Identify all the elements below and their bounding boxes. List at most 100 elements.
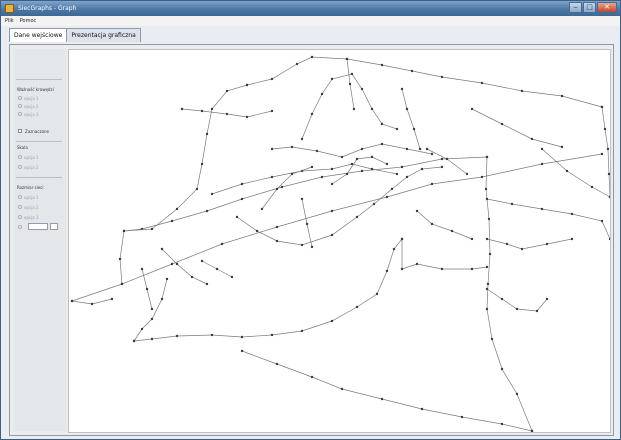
maximize-icon[interactable]: □ xyxy=(583,2,596,13)
graph-edge xyxy=(241,350,533,432)
graph-node xyxy=(418,147,422,151)
tab-strip: Dane wejściowe Prezentacja graficzna xyxy=(9,28,141,42)
graph-node xyxy=(255,229,259,233)
group-title-scale: Skala xyxy=(17,145,28,150)
graph-node xyxy=(170,262,174,266)
menu-item-plik[interactable]: Plik xyxy=(5,18,14,24)
graph-node xyxy=(510,202,514,206)
graph-node xyxy=(480,81,484,85)
title-bar[interactable]: SiecGraphs - Graph ‒ □ ✕ xyxy=(1,1,620,16)
graph-edge xyxy=(246,56,603,108)
tab-graphic-presentation[interactable]: Prezentacja graficzna xyxy=(66,28,141,42)
option-label: opcja 1 xyxy=(24,96,39,101)
graph-node xyxy=(520,89,524,93)
graph-node xyxy=(70,299,74,303)
graph-node xyxy=(310,55,314,59)
graph-node xyxy=(570,212,574,216)
graph-node xyxy=(240,349,244,353)
graph-node xyxy=(300,137,304,141)
graph-node xyxy=(340,155,344,159)
graph-node xyxy=(370,107,374,111)
option-label: opcja 1 xyxy=(24,155,39,160)
graph-node xyxy=(210,192,214,196)
graph-node xyxy=(160,297,164,301)
graph-node xyxy=(340,387,344,391)
graph-node xyxy=(392,247,396,251)
graph-node xyxy=(122,229,126,233)
options-sidebar: Ważność krawędzi opcja 1 opcja 2 opcja 3… xyxy=(14,49,66,431)
graph-node xyxy=(160,247,164,251)
minimize-icon[interactable]: ‒ xyxy=(569,2,582,13)
graph-node xyxy=(485,237,489,241)
radio-option[interactable] xyxy=(18,104,22,108)
graph-node xyxy=(400,165,404,169)
graph-drawing xyxy=(70,55,610,432)
graph-node xyxy=(330,182,334,186)
graph-edge xyxy=(486,288,548,312)
graph-node xyxy=(170,219,174,223)
graph-node xyxy=(330,319,334,323)
graph-edge xyxy=(601,106,610,198)
graph-node xyxy=(300,197,304,201)
graph-edge xyxy=(161,248,208,285)
graph-edge xyxy=(485,156,533,432)
graph-node xyxy=(275,225,279,229)
graph-node xyxy=(310,165,314,169)
graph-node xyxy=(352,107,356,111)
menu-item-pomoc[interactable]: Pomoc xyxy=(20,18,37,24)
graph-node xyxy=(485,307,489,311)
radio-option[interactable] xyxy=(18,215,22,219)
size-spinner[interactable] xyxy=(28,223,48,230)
graph-node xyxy=(220,242,224,246)
radio-option[interactable] xyxy=(18,112,22,116)
graph-node xyxy=(320,175,324,179)
graph-edge xyxy=(486,198,610,240)
tab-input-data[interactable]: Dane wejściowe xyxy=(9,28,68,42)
radio-option[interactable] xyxy=(18,205,22,209)
graph-node xyxy=(440,267,444,271)
graph-node xyxy=(350,72,354,76)
graph-edge xyxy=(261,166,313,210)
graph-node xyxy=(260,207,264,211)
graph-node xyxy=(290,172,294,176)
graph-node xyxy=(470,107,474,111)
tab-content: Ważność krawędzi opcja 1 opcja 2 opcja 3… xyxy=(9,44,614,436)
graph-node xyxy=(545,242,549,246)
graph-node xyxy=(315,149,319,153)
graph-node xyxy=(445,157,449,161)
graph-node xyxy=(150,307,154,311)
graph-node xyxy=(175,207,179,211)
graph-node xyxy=(348,82,352,86)
graph-node xyxy=(485,197,489,201)
radio-option[interactable] xyxy=(18,165,22,169)
radio-option[interactable] xyxy=(18,195,22,199)
checkbox[interactable] xyxy=(18,129,22,133)
graph-node xyxy=(412,127,416,131)
radio-option[interactable] xyxy=(18,225,22,229)
divider xyxy=(16,79,62,80)
graph-node xyxy=(390,187,394,191)
graph-edge xyxy=(133,278,168,342)
close-icon[interactable]: ✕ xyxy=(597,2,617,13)
graph-node xyxy=(270,333,274,337)
radio-option[interactable] xyxy=(18,96,22,100)
graph-node xyxy=(215,267,219,271)
graph-node xyxy=(415,209,419,213)
graph-node xyxy=(560,145,564,149)
graph-node xyxy=(330,77,334,81)
graph-node xyxy=(375,292,379,296)
graph-node xyxy=(420,167,424,171)
graph-node xyxy=(275,239,279,243)
graph-node xyxy=(500,122,504,126)
graph-node xyxy=(425,147,429,151)
graph-node xyxy=(180,107,184,111)
graph-node xyxy=(440,75,444,79)
graph-node xyxy=(488,252,492,256)
graph-node xyxy=(460,415,464,419)
graph-node xyxy=(430,182,434,186)
graph-node xyxy=(175,334,179,338)
graph-canvas[interactable] xyxy=(68,49,611,433)
spinner-arrows[interactable] xyxy=(50,223,58,230)
radio-option[interactable] xyxy=(18,155,22,159)
graph-node xyxy=(175,262,179,266)
